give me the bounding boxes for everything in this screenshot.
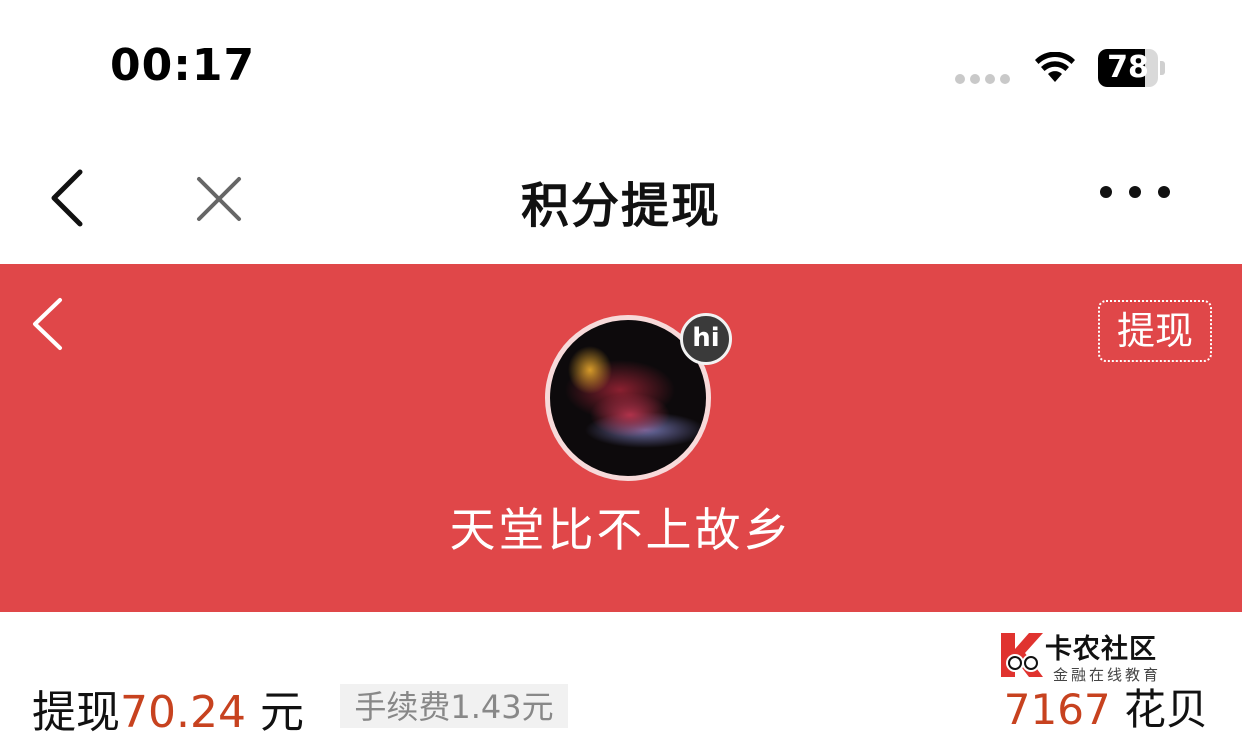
battery-icon: 78 bbox=[1098, 49, 1158, 87]
wifi-icon bbox=[1035, 52, 1075, 82]
nav-bar: 积分提现 bbox=[0, 130, 1242, 264]
withdraw-unit: 元 bbox=[245, 687, 304, 738]
hi-badge: hi bbox=[680, 313, 732, 365]
points-unit: 花贝 bbox=[1110, 685, 1208, 734]
status-bar: 00:17 78 bbox=[0, 0, 1242, 130]
battery-tip bbox=[1160, 61, 1165, 75]
profile-header: 提现 hi 天堂比不上故乡 bbox=[0, 264, 1242, 612]
withdraw-amount: 70.24 bbox=[120, 687, 246, 738]
withdraw-amount-row: 提现70.24 元 bbox=[32, 676, 304, 740]
page-title: 积分提现 bbox=[520, 178, 721, 234]
withdraw-label: 提现 bbox=[32, 687, 120, 738]
username: 天堂比不上故乡 bbox=[449, 503, 793, 557]
logo-icon bbox=[1001, 633, 1043, 677]
fee-badge: 手续费1.43元 bbox=[340, 684, 568, 728]
chevron-left-icon[interactable] bbox=[30, 296, 64, 352]
status-time: 00:17 bbox=[110, 40, 256, 91]
points-balance: 7167 花贝 bbox=[1004, 676, 1208, 737]
more-icon[interactable] bbox=[1100, 186, 1170, 198]
battery-level: 78 bbox=[1107, 50, 1149, 85]
withdraw-button[interactable]: 提现 bbox=[1098, 300, 1212, 362]
watermark-name: 卡农社区 bbox=[1045, 634, 1157, 665]
points-value: 7167 bbox=[1003, 685, 1111, 734]
signal-icon bbox=[955, 74, 1010, 84]
